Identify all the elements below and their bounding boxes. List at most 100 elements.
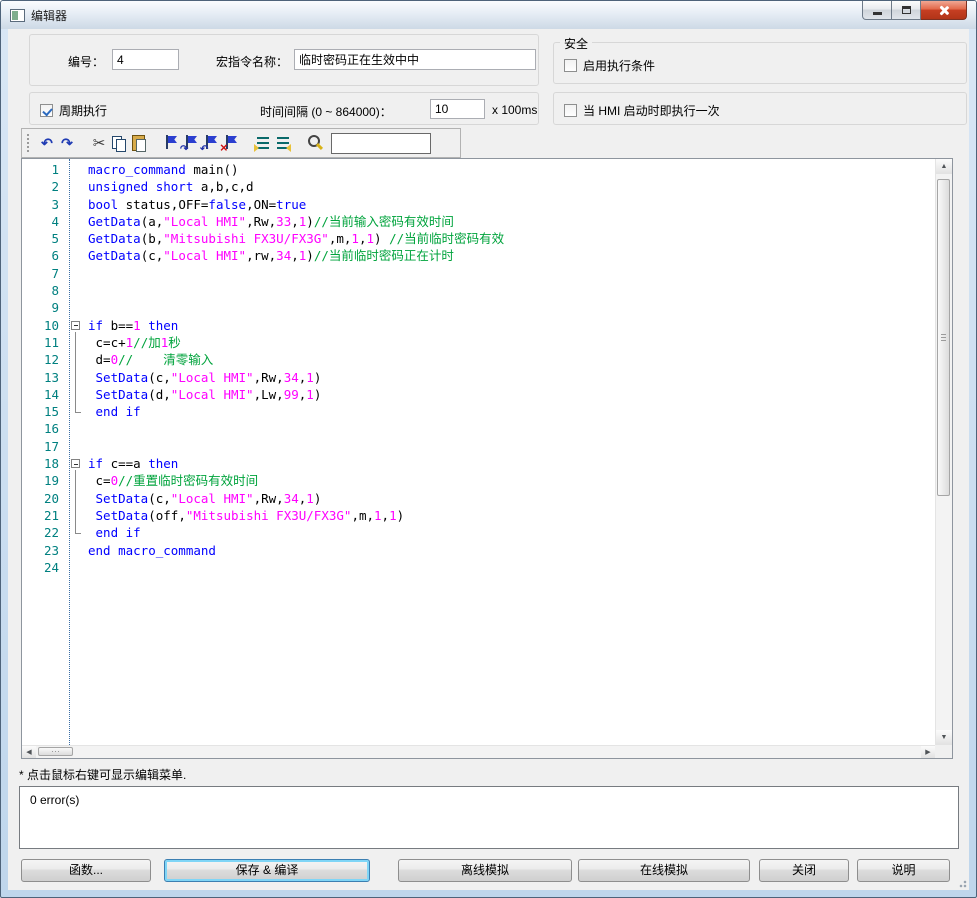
code-line[interactable]: 10if b==1 then <box>22 317 935 334</box>
toolbar-icons: ↷↶× <box>37 133 325 153</box>
code-text: GetData(a,"Local HMI",Rw,33,1)//当前输入密码有效… <box>88 213 454 230</box>
close-button[interactable]: 关闭 <box>759 859 849 882</box>
code-line[interactable]: 18if c==a then <box>22 455 935 472</box>
online-simulation-button[interactable]: 在线模拟 <box>578 859 750 882</box>
id-name-group: 编号： 宏指令名称： <box>29 34 539 86</box>
code-line[interactable]: 13 SetData(c,"Local HMI",Rw,34,1) <box>22 369 935 386</box>
fold-margin <box>66 247 88 264</box>
periodic-checkbox[interactable] <box>40 104 53 117</box>
bookmark-clear-icon[interactable]: × <box>221 133 241 153</box>
code-line[interactable]: 6GetData(c,"Local HMI",rw,34,1)//当前临时密码正… <box>22 247 935 264</box>
fold-mid-marker <box>66 351 88 368</box>
minimize-button[interactable] <box>862 1 892 20</box>
line-number: 11 <box>22 334 66 351</box>
scroll-right-button[interactable]: ▶ <box>921 746 935 758</box>
code-text: if c==a then <box>88 455 178 472</box>
fold-end-marker <box>66 524 88 541</box>
code-line[interactable]: 8 <box>22 282 935 299</box>
code-lines: 1macro_command main()2unsigned short a,b… <box>22 161 935 576</box>
code-line[interactable]: 23end macro_command <box>22 542 935 559</box>
code-line[interactable]: 11 c=c+1//加1秒 <box>22 334 935 351</box>
window-title: 编辑器 <box>31 7 67 24</box>
undo-icon[interactable] <box>37 133 57 153</box>
toolbar-search-input[interactable] <box>331 133 431 154</box>
maximize-button[interactable] <box>892 1 921 20</box>
startup-checkbox[interactable] <box>564 104 577 117</box>
fold-collapse-box[interactable] <box>71 321 80 330</box>
bookmark-toggle-icon[interactable] <box>161 133 181 153</box>
code-line[interactable]: 21 SetData(off,"Mitsubishi FX3U/FX3G",m,… <box>22 507 935 524</box>
fold-mid-marker <box>66 334 88 351</box>
offline-simulation-button[interactable]: 离线模拟 <box>398 859 572 882</box>
code-line[interactable]: 5GetData(b,"Mitsubishi FX3U/FX3G",m,1,1)… <box>22 230 935 247</box>
help-button[interactable]: 说明 <box>857 859 950 882</box>
right-click-hint: * 点击鼠标右键可显示编辑菜单. <box>19 766 186 783</box>
code-line[interactable]: 2unsigned short a,b,c,d <box>22 178 935 195</box>
find-replace-icon[interactable] <box>305 133 325 153</box>
fold-margin <box>66 178 88 195</box>
scroll-down-button[interactable]: ▼ <box>936 730 952 745</box>
cut-icon[interactable] <box>89 133 109 153</box>
line-number: 15 <box>22 403 66 420</box>
code-line[interactable]: 15 end if <box>22 403 935 420</box>
code-line[interactable]: 7 <box>22 265 935 282</box>
scroll-left-button[interactable]: ◀ <box>22 746 36 758</box>
copy-icon[interactable] <box>109 133 129 153</box>
scroll-up-button[interactable]: ▲ <box>936 159 952 174</box>
code-text: bool status,OFF=false,ON=true <box>88 196 306 213</box>
horizontal-scroll-thumb[interactable] <box>38 747 73 756</box>
enable-condition-checkbox[interactable] <box>564 59 577 72</box>
resize-grip[interactable] <box>955 876 967 888</box>
redo-icon[interactable] <box>57 133 77 153</box>
fold-start-marker[interactable] <box>66 455 88 472</box>
function-button[interactable]: 函数... <box>21 859 151 882</box>
fold-start-marker[interactable] <box>66 317 88 334</box>
outline-list-icon[interactable] <box>273 133 293 153</box>
paste-icon[interactable] <box>129 133 149 153</box>
vertical-scroll-thumb[interactable] <box>937 179 950 496</box>
save-compile-button[interactable]: 保存 & 编译 <box>164 859 370 882</box>
bookmark-next-icon[interactable]: ↷ <box>181 133 201 153</box>
toolbar-grip[interactable] <box>27 134 32 152</box>
line-number: 5 <box>22 230 66 247</box>
enable-condition-label: 启用执行条件 <box>583 57 655 74</box>
bookmark-prev-icon[interactable]: ↶ <box>201 133 221 153</box>
title-bar[interactable]: 编辑器 <box>1 1 976 29</box>
code-view[interactable]: 1macro_command main()2unsigned short a,b… <box>22 159 935 745</box>
code-text: end macro_command <box>88 542 216 559</box>
code-line[interactable]: 22 end if <box>22 524 935 541</box>
line-number: 9 <box>22 299 66 316</box>
bookmark-list-icon[interactable] <box>253 133 273 153</box>
line-number: 17 <box>22 438 66 455</box>
interval-input[interactable] <box>430 99 485 119</box>
code-line[interactable]: 16 <box>22 420 935 437</box>
line-number: 2 <box>22 178 66 195</box>
macro-id-input[interactable] <box>112 49 179 70</box>
line-number: 22 <box>22 524 66 541</box>
code-line[interactable]: 20 SetData(c,"Local HMI",Rw,34,1) <box>22 490 935 507</box>
fold-margin <box>66 299 88 316</box>
compile-output-box[interactable]: 0 error(s) <box>19 786 959 849</box>
line-number: 19 <box>22 472 66 489</box>
code-line[interactable]: 19 c=0//重置临时密码有效时间 <box>22 472 935 489</box>
code-line[interactable]: 24 <box>22 559 935 576</box>
code-line[interactable]: 12 d=0// 清零输入 <box>22 351 935 368</box>
code-line[interactable]: 3bool status,OFF=false,ON=true <box>22 196 935 213</box>
code-line[interactable]: 14 SetData(d,"Local HMI",Lw,99,1) <box>22 386 935 403</box>
code-text: c=c+1//加1秒 <box>88 334 181 351</box>
code-line[interactable]: 17 <box>22 438 935 455</box>
code-line[interactable]: 4GetData(a,"Local HMI",Rw,33,1)//当前输入密码有… <box>22 213 935 230</box>
fold-collapse-box[interactable] <box>71 459 80 468</box>
code-line[interactable]: 1macro_command main() <box>22 161 935 178</box>
fold-margin <box>66 196 88 213</box>
close-window-button[interactable] <box>921 1 967 20</box>
fold-margin <box>66 265 88 282</box>
code-text: GetData(c,"Local HMI",rw,34,1)//当前临时密码正在… <box>88 247 454 264</box>
vertical-scrollbar[interactable]: ▲ ▼ <box>935 159 952 745</box>
line-number: 13 <box>22 369 66 386</box>
macro-name-input[interactable] <box>294 49 536 70</box>
code-line[interactable]: 9 <box>22 299 935 316</box>
code-text: macro_command main() <box>88 161 239 178</box>
horizontal-scrollbar[interactable]: ◀ ▶ <box>22 745 935 758</box>
fold-margin <box>66 230 88 247</box>
